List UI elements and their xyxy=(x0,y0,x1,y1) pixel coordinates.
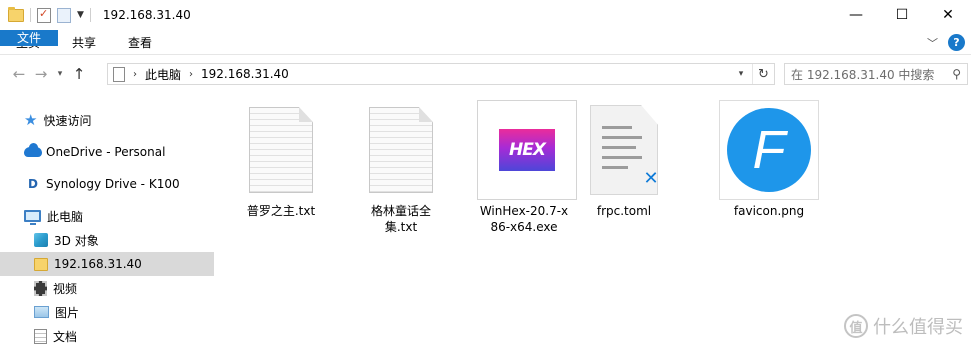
sidebar-item-pictures[interactable]: 图片 xyxy=(0,300,214,324)
ribbon-tabs: 文件 主页 共享 查看 ﹀ ? xyxy=(0,30,971,55)
sidebar-item-label: 3D 对象 xyxy=(54,233,99,248)
documents-icon xyxy=(34,328,47,344)
file-item[interactable]: ✕ frpc.toml xyxy=(579,100,669,219)
close-button[interactable]: ✕ xyxy=(925,0,971,30)
sidebar-item-label: 文档 xyxy=(53,329,78,344)
3d-objects-icon xyxy=(34,233,48,247)
toolbar-divider xyxy=(30,8,31,22)
quick-access-toolbar: ▼ xyxy=(8,6,91,23)
toml-file-icon: ✕ xyxy=(574,100,674,200)
customize-toolbar-dropdown-icon[interactable]: ▼ xyxy=(77,10,84,20)
sidebar-item-label: 此电脑 xyxy=(47,209,84,224)
sidebar-item-label: 视频 xyxy=(53,281,78,296)
watermark-logo-icon: 值 xyxy=(844,314,868,338)
sidebar-item-network-share[interactable]: 192.168.31.40 xyxy=(0,252,214,276)
winhex-app-icon: HEX xyxy=(477,100,577,200)
file-name: WinHex-20.7-x86-x64.exe xyxy=(479,204,569,234)
sidebar-item-synology-drive[interactable]: D Synology Drive - K100 xyxy=(0,172,214,196)
breadcrumb-current[interactable]: 192.168.31.40 xyxy=(201,67,289,81)
sidebar-item-label: Synology Drive - K100 xyxy=(46,177,180,191)
maximize-button[interactable]: ☐ xyxy=(879,0,925,30)
folder-icon xyxy=(8,6,24,22)
sidebar-item-label: 192.168.31.40 xyxy=(54,257,142,271)
toolbar-divider xyxy=(89,8,91,22)
breadcrumb-this-pc[interactable]: 此电脑 xyxy=(145,66,181,83)
sidebar-item-3d-objects[interactable]: 3D 对象 xyxy=(0,228,214,252)
tab-share[interactable]: 共享 xyxy=(56,30,112,54)
file-item[interactable]: F favicon.png xyxy=(719,100,819,219)
file-list: 普罗之主.txt 格林童话全集.txt HEX WinHex-20.7-x86-… xyxy=(214,96,971,347)
caption-buttons: — ☐ ✕ xyxy=(833,0,971,30)
navigation-bar: ← → ▾ ↑ › 此电脑 › 192.168.31.40 ▾ ↻ 在 192.… xyxy=(0,60,971,88)
search-icon[interactable]: ⚲ xyxy=(952,67,961,81)
up-arrow-icon[interactable]: ↑ xyxy=(68,65,90,83)
location-page-icon xyxy=(113,66,125,82)
address-dropdown-icon[interactable]: ▾ xyxy=(732,64,750,84)
properties-icon[interactable] xyxy=(37,7,51,23)
file-item[interactable]: 格林童话全集.txt xyxy=(356,100,446,235)
synology-drive-icon: D xyxy=(28,177,38,191)
back-arrow-icon[interactable]: ← xyxy=(8,65,30,83)
computer-icon xyxy=(24,210,41,225)
text-file-icon xyxy=(231,100,331,200)
window-title: 192.168.31.40 xyxy=(102,8,191,22)
navigation-pane: ★ 快速访问 OneDrive - Personal D Synology Dr… xyxy=(0,96,214,347)
tab-file[interactable]: 文件 xyxy=(0,30,58,46)
file-item[interactable]: 普罗之主.txt xyxy=(236,100,326,219)
file-explorer-window: ▼ 192.168.31.40 — ☐ ✕ 文件 主页 共享 查看 ﹀ ? ← … xyxy=(0,0,971,347)
sidebar-item-quick-access[interactable]: ★ 快速访问 xyxy=(0,108,214,132)
refresh-icon[interactable]: ↻ xyxy=(752,64,774,84)
watermark-text: 什么值得买 xyxy=(873,317,963,338)
help-icon[interactable]: ? xyxy=(948,34,965,51)
text-file-icon xyxy=(351,100,451,200)
breadcrumb-separator-icon[interactable]: › xyxy=(133,69,137,80)
new-folder-icon[interactable] xyxy=(57,7,71,23)
tab-view[interactable]: 查看 xyxy=(112,30,168,54)
ribbon-right-controls: ﹀ ? xyxy=(927,34,965,51)
sidebar-item-onedrive[interactable]: OneDrive - Personal xyxy=(0,140,214,164)
minimize-button[interactable]: — xyxy=(833,0,879,30)
file-name: favicon.png xyxy=(733,204,805,218)
file-name: 格林童话全集.txt xyxy=(370,204,431,234)
pictures-icon xyxy=(34,306,49,318)
forward-arrow-icon[interactable]: → xyxy=(30,65,52,83)
sidebar-item-documents[interactable]: 文档 xyxy=(0,324,214,347)
address-bar[interactable]: › 此电脑 › 192.168.31.40 ▾ ↻ xyxy=(107,63,775,85)
search-input[interactable]: 在 192.168.31.40 中搜索 ⚲ xyxy=(784,63,968,85)
breadcrumb-separator-icon[interactable]: › xyxy=(189,69,193,80)
onedrive-cloud-icon xyxy=(24,143,42,157)
file-name: frpc.toml xyxy=(596,204,652,218)
expand-ribbon-chevron-icon[interactable]: ﹀ xyxy=(927,35,938,51)
sidebar-item-label: 图片 xyxy=(55,305,80,320)
sidebar-item-label: OneDrive - Personal xyxy=(46,145,166,159)
star-icon: ★ xyxy=(24,111,38,129)
sidebar-item-label: 快速访问 xyxy=(43,113,92,128)
favicon-image-icon: F xyxy=(719,100,819,200)
file-item[interactable]: HEX WinHex-20.7-x86-x64.exe xyxy=(477,100,577,235)
video-icon xyxy=(34,280,47,296)
search-placeholder: 在 192.168.31.40 中搜索 xyxy=(791,67,935,82)
sidebar-item-this-pc[interactable]: 此电脑 xyxy=(0,204,214,228)
file-name: 普罗之主.txt xyxy=(246,204,316,218)
folder-icon xyxy=(34,257,48,271)
recent-locations-chevron-icon[interactable]: ▾ xyxy=(52,69,68,79)
watermark: 值 什么值得买 xyxy=(844,313,963,339)
sidebar-item-videos[interactable]: 视频 xyxy=(0,276,214,300)
title-bar: ▼ 192.168.31.40 — ☐ ✕ xyxy=(0,0,971,30)
vscode-badge-icon: ✕ xyxy=(643,168,659,189)
